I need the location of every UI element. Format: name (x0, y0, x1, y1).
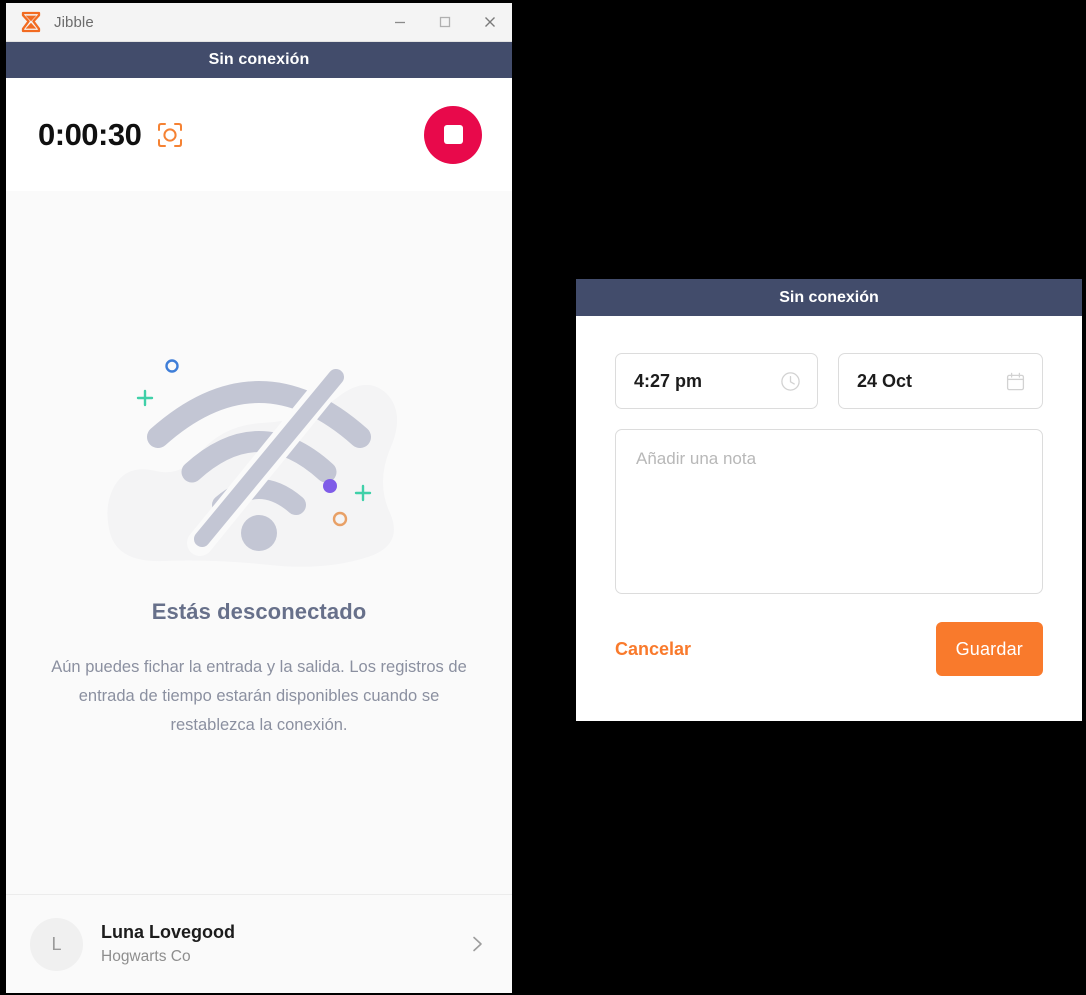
clock-icon (779, 370, 801, 392)
window-title: Jibble (54, 13, 94, 31)
dialog-title: Sin conexión (779, 288, 879, 306)
minimize-icon[interactable] (377, 3, 422, 41)
jibble-app-window: Jibble Sin conexión 0:00:30 Estás descon… (6, 3, 512, 993)
offline-title: Estás desconectado (151, 599, 367, 624)
maximize-icon[interactable] (422, 3, 467, 41)
stop-square-icon (443, 125, 463, 144)
calendar-icon (1004, 370, 1026, 392)
user-name: Luna Lovegood (101, 922, 235, 943)
chevron-right-icon[interactable] (466, 933, 488, 955)
dialog-header: Sin conexión (576, 279, 1082, 316)
date-value: 24 Oct (857, 370, 913, 391)
time-input[interactable]: 4:27 pm (615, 353, 818, 409)
offline-description: Aún puedes fichar la entrada y la salida… (51, 658, 467, 734)
date-input[interactable]: 24 Oct (838, 353, 1043, 409)
close-icon[interactable] (467, 3, 512, 41)
datetime-field-row: 4:27 pm 24 Oct (615, 353, 1043, 409)
cancel-button[interactable]: Cancelar (615, 639, 691, 660)
face-scan-icon[interactable] (155, 120, 185, 150)
window-controls (377, 3, 512, 41)
offline-status-bar: Sin conexión (6, 42, 512, 78)
note-placeholder: Añadir una nota (636, 449, 757, 468)
wifi-off-illustration (94, 331, 424, 581)
dialog-body: 4:27 pm 24 Oct Añadir una nota Cancelar … (576, 316, 1082, 721)
jibble-hourglass-icon (16, 7, 46, 37)
user-profile-row[interactable]: L Luna Lovegood Hogwarts Co (6, 894, 512, 993)
offline-entry-dialog: Sin conexión 4:27 pm 24 Oct Añadir una n… (576, 279, 1082, 721)
user-organization: Hogwarts Co (101, 947, 191, 965)
stop-timer-button[interactable] (424, 105, 482, 164)
user-meta: Luna Lovegood Hogwarts Co (101, 920, 235, 968)
timer-row: 0:00:30 (6, 78, 512, 191)
dialog-actions: Cancelar Guardar (615, 622, 1043, 676)
time-value: 4:27 pm (634, 370, 703, 391)
note-input[interactable]: Añadir una nota (615, 429, 1043, 594)
offline-empty-state: Estás desconectado Aún puedes fichar la … (6, 191, 512, 894)
save-button[interactable]: Guardar (935, 622, 1043, 676)
offline-status-label: Sin conexión (208, 51, 310, 68)
timer-value: 0:00:30 (38, 117, 142, 152)
window-titlebar[interactable]: Jibble (6, 3, 512, 42)
avatar: L (30, 917, 83, 971)
avatar-initial: L (51, 933, 62, 954)
